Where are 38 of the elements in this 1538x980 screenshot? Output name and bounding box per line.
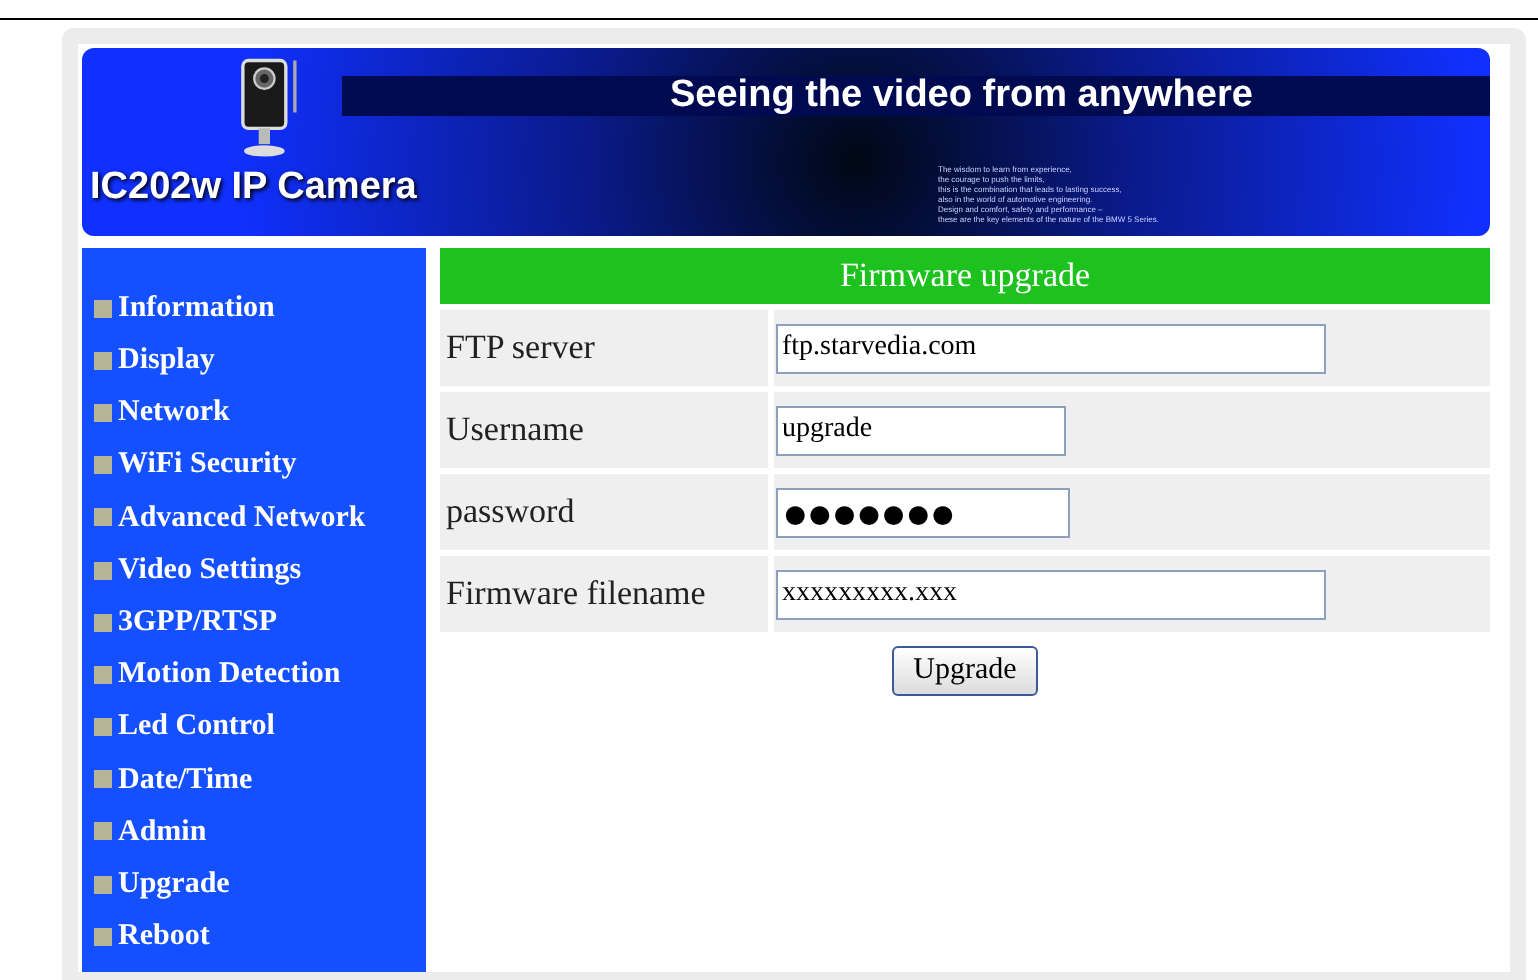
sidebar-link[interactable]: Upgrade [94,858,426,911]
banner-headline: Seeing the video from anywhere [342,76,1490,116]
bullet-icon [94,403,112,422]
field-label: FTP server [440,310,768,386]
bullet-icon [94,927,112,946]
input-field[interactable]: ftp.starvedia.com [776,323,1326,373]
upgrade-button[interactable]: Upgrade [891,646,1039,696]
bullet-icon [94,351,112,370]
sidebar-link[interactable]: Admin [94,805,426,859]
sidebar-link[interactable]: Led Control [94,701,426,754]
sidebar-link[interactable]: Motion Detection [94,648,426,701]
field-label: Username [440,392,768,468]
bullet-icon [94,613,112,632]
sidebar-link[interactable]: Date/Time [94,753,426,806]
sidebar-link[interactable]: WiFi Security [94,439,426,492]
field-label: Firmware filename [440,556,768,632]
bullet-icon [94,822,112,841]
product-name: IC202w IP Camera [90,164,417,212]
bullet-icon [94,299,112,318]
sidebar-link[interactable]: Reboot [94,910,426,963]
sidebar-link[interactable]: Network [94,386,426,440]
sidebar-link[interactable]: Video Settings [94,543,426,597]
form-title: Firmware upgrade [440,248,1490,304]
bullet-icon [94,770,112,789]
bullet-icon [94,456,112,475]
bullet-icon [94,718,112,737]
sidebar-link[interactable]: Advanced Network [94,491,426,544]
input-field[interactable]: xxxxxxxxx.xxx [776,569,1326,619]
sidebar-link[interactable]: Display [94,334,426,387]
input-field[interactable]: upgrade [776,405,1066,455]
field-label: password [440,474,768,550]
bullet-icon [94,875,112,894]
sidebar-link[interactable]: Information [94,282,426,335]
sidebar-link[interactable]: 3GPP/RTSP [94,596,426,649]
bullet-icon [94,561,112,580]
bullet-icon [94,665,112,684]
input-field[interactable]: ●●●●●●● [776,487,1070,537]
bullet-icon [94,508,112,527]
